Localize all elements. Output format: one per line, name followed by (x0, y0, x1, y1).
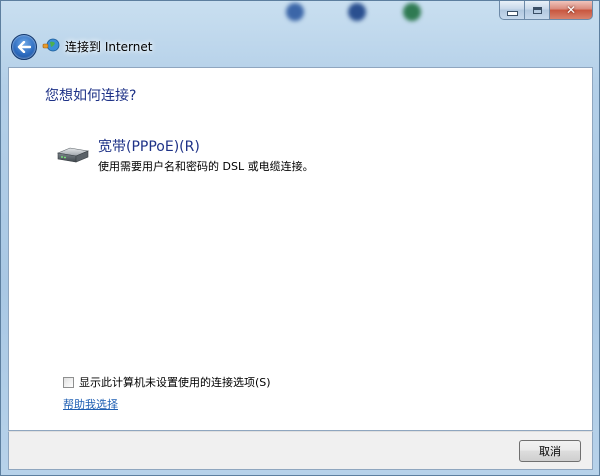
minimize-icon (506, 10, 518, 16)
maximize-icon (532, 6, 542, 14)
network-globe-icon (42, 38, 60, 52)
caption-buttons: ✕ (499, 1, 593, 20)
page-heading: 您想如何连接? (45, 88, 137, 104)
show-options-label[interactable]: 显示此计算机未设置使用的连接选项(S) (79, 374, 271, 390)
broadband-pppoe-option[interactable]: 宽带(PPPoE)(R) 使用需要用户名和密码的 DSL 或电缆连接。 (56, 134, 376, 180)
option-title: 宽带(PPPoE)(R) (98, 139, 200, 155)
maximize-button[interactable] (525, 1, 550, 20)
help-me-choose-link[interactable]: 帮助我选择 (63, 396, 118, 412)
back-button[interactable] (11, 34, 37, 60)
connect-to-internet-window: ✕ 连接到 Internet 您想如何连接? 宽带(PPPoE)(R) 使用需要… (0, 0, 600, 476)
close-icon: ✕ (565, 3, 577, 17)
show-options-row[interactable]: 显示此计算机未设置使用的连接选项(S) (63, 374, 271, 390)
content-panel: 您想如何连接? 宽带(PPPoE)(R) 使用需要用户名和密码的 DSL 或电缆… (8, 67, 593, 431)
cancel-button[interactable]: 取消 (519, 440, 581, 462)
option-description: 使用需要用户名和密码的 DSL 或电缆连接。 (98, 160, 314, 173)
back-arrow-icon (17, 41, 31, 53)
show-options-checkbox[interactable] (63, 376, 74, 388)
footer-bar: 取消 (8, 431, 593, 470)
broadband-modem-icon (56, 147, 90, 163)
close-button[interactable]: ✕ (550, 1, 593, 20)
window-title: 连接到 Internet (65, 40, 153, 54)
minimize-button[interactable] (499, 1, 525, 20)
title-bar: ✕ 连接到 Internet (1, 1, 599, 67)
